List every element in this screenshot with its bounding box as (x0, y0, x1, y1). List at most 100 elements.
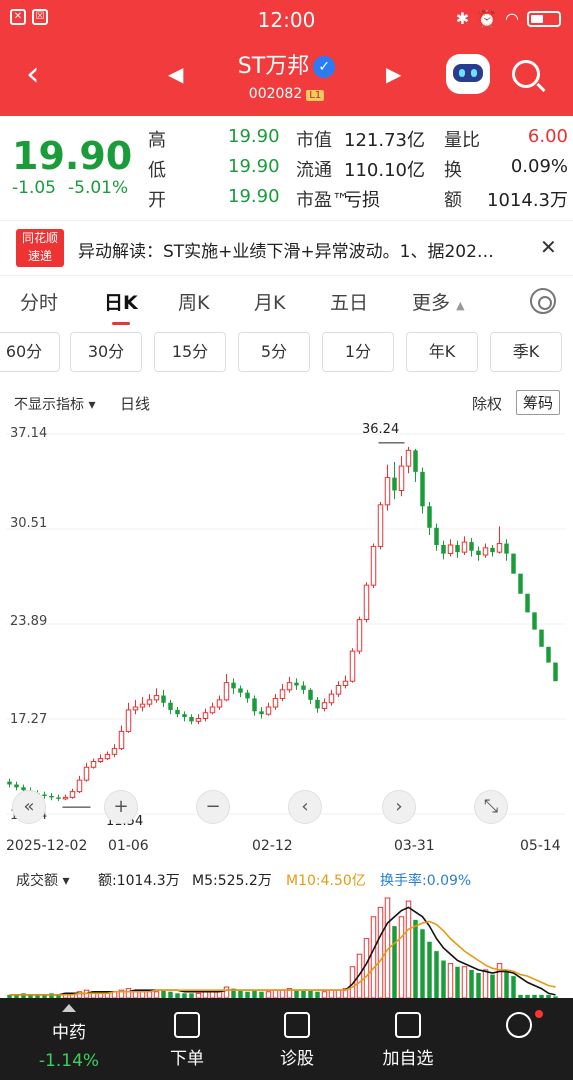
candle-body (392, 477, 397, 491)
search-icon[interactable] (512, 60, 540, 88)
candle-body (189, 717, 194, 722)
period-30m-button[interactable]: 30分 (70, 332, 142, 372)
candle-body (377, 504, 384, 547)
candle-body (90, 761, 97, 768)
x-tick-label: 2025-12-02 (6, 838, 88, 854)
volume-bar (279, 989, 286, 999)
zoom-in-icon[interactable]: + (104, 790, 138, 824)
line-type-label[interactable]: 日线 (120, 393, 150, 414)
candle-body (504, 543, 509, 554)
level-badge: L1 (306, 90, 325, 101)
assistant-robot-icon[interactable] (446, 54, 490, 94)
candle-body (455, 544, 460, 553)
volume-bar (161, 990, 166, 998)
period-quarter-k-button[interactable]: 季K (490, 332, 562, 372)
quote-value: 19.90 (228, 126, 280, 147)
add-watchlist-button[interactable]: 加自选 (370, 998, 446, 1080)
candle-body (539, 629, 544, 647)
ex-right-toggle[interactable]: 除权 (472, 393, 502, 414)
quote-value: 110.10亿 (344, 160, 425, 181)
volume-bar (328, 989, 335, 999)
order-button[interactable]: 下单 (152, 998, 222, 1080)
candle-body (279, 689, 286, 699)
ma10-amount: M10:4.50亿 (286, 873, 366, 889)
period-5m-button[interactable]: 5分 (238, 332, 310, 372)
quote-panel: 19.90 -1.05 -5.01% 高 19.90 市值 121.73亿 量比 … (0, 116, 573, 220)
news-logo-bottom: 速递 (27, 249, 52, 263)
chip-distribution-button[interactable]: 筹码 (516, 390, 561, 415)
volume-bar (272, 989, 279, 999)
candle-body (427, 506, 432, 528)
candle-body (349, 650, 356, 682)
close-icon[interactable]: ✕ (540, 235, 557, 259)
tab-weekly-k[interactable]: 周K (178, 288, 209, 315)
volume-bar (476, 973, 481, 998)
candle-body (413, 450, 418, 472)
volume-indicator-select[interactable]: 成交额 ▾ (16, 870, 69, 890)
volume-bar (427, 941, 432, 998)
quote-key: 换 (444, 160, 462, 181)
diagnose-button[interactable]: 诊股 (262, 998, 332, 1080)
candle-body (231, 682, 236, 689)
candle-body (202, 712, 209, 719)
candle-body (321, 702, 328, 709)
chevron-left-icon[interactable]: ‹ (288, 790, 322, 824)
candle-body (153, 695, 160, 701)
candle-body (146, 699, 153, 705)
volume-bar (301, 990, 306, 998)
candle-body (469, 542, 474, 551)
candle-body (56, 797, 61, 799)
quote-key: 额 (444, 190, 462, 211)
candle-body (223, 682, 230, 701)
volume-bar (511, 976, 516, 998)
volume-bar (370, 916, 377, 999)
verified-icon: ✓ (313, 56, 336, 78)
candle-body (553, 662, 558, 682)
volume-bar (377, 906, 384, 999)
quote-row: 开 19.90 市盈™ 亏损 额 1014.3万 (148, 186, 568, 212)
candle-body (132, 706, 139, 711)
volume-chart[interactable] (0, 892, 573, 999)
candle-body (315, 699, 320, 709)
tab-more[interactable]: 更多 ▲ (412, 288, 465, 315)
y-tick-label: 23.89 (10, 614, 48, 629)
caret-up-icon: ▲ (456, 299, 465, 312)
chevron-right-icon[interactable]: › (382, 790, 416, 824)
next-stock-icon[interactable]: ▶ (386, 62, 401, 86)
tab-five-day[interactable]: 五日 (330, 288, 368, 315)
tab-monthly-k[interactable]: 月K (254, 288, 285, 315)
period-60m-button[interactable]: 60分 (0, 332, 60, 372)
fullscreen-icon[interactable]: ⤡ (474, 790, 508, 824)
tab-daily-k[interactable]: 日K (104, 288, 138, 325)
k-line-chart[interactable]: 37.14 30.51 23.89 17.27 10.64 36.24 11.5… (0, 416, 573, 829)
quote-value: 121.73亿 (344, 130, 425, 151)
zoom-out-icon[interactable]: − (196, 790, 230, 824)
candle-body (461, 541, 468, 553)
candle-body (490, 547, 495, 553)
add-watchlist-icon (395, 1012, 421, 1038)
news-text[interactable]: 异动解读：ST实施+业绩下滑+异常波动。1、据202… (78, 237, 508, 262)
candle-body (195, 717, 202, 722)
candle-body (272, 697, 279, 708)
indicator-select[interactable]: 不显示指标 ▾ (14, 394, 95, 414)
add-watchlist-label: 加自选 (382, 1049, 434, 1069)
volume-bar (398, 916, 405, 999)
candle-body (259, 711, 264, 715)
candle-body (238, 688, 243, 693)
tab-intraday[interactable]: 分时 (20, 288, 58, 315)
news-banner[interactable]: 同花顺 速递 异动解读：ST实施+业绩下滑+异常波动。1、据202… ✕ (0, 220, 573, 276)
candle-body (546, 646, 551, 663)
period-1m-button[interactable]: 1分 (322, 332, 394, 372)
news-logo-top: 同花顺 (21, 231, 58, 245)
settings-icon[interactable] (530, 288, 556, 314)
period-15m-button[interactable]: 15分 (154, 332, 226, 372)
period-year-k-button[interactable]: 年K (406, 332, 478, 372)
sector-index[interactable]: 中药 -1.14% (24, 998, 114, 1071)
menu-icon (506, 1012, 532, 1038)
volume-bar (405, 900, 412, 999)
scroll-left-fast-icon[interactable]: « (12, 790, 46, 824)
candle-body (139, 703, 146, 708)
last-price: 19.90 (12, 134, 133, 178)
nav-bar: ‹ ◀ ST万邦 ✓ 002082 L1 ▶ (0, 38, 573, 116)
stock-name: ST万邦 (237, 54, 310, 79)
